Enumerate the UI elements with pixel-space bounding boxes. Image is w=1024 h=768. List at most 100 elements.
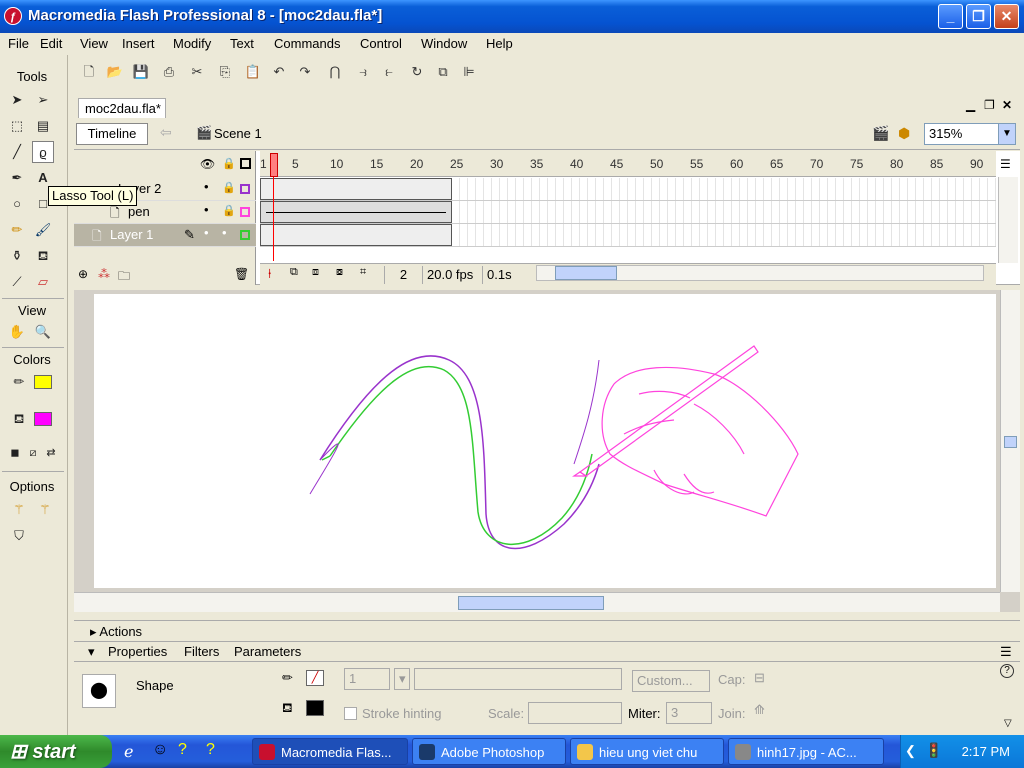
- layer-row-layer1[interactable]: 🗋 Layer 1 ✎ • •: [74, 224, 256, 247]
- frames-layer1[interactable]: [260, 224, 996, 247]
- edit-multiple-icon[interactable]: ⧇: [336, 266, 343, 279]
- stage-canvas[interactable]: [94, 294, 996, 588]
- task-photoshop[interactable]: Adobe Photoshop: [412, 738, 566, 765]
- frame-ruler[interactable]: 1 5 10 15 20 25 30 35 40 45 50 55 60 65 …: [260, 151, 996, 177]
- menu-control[interactable]: Control: [360, 36, 402, 51]
- lock-icon[interactable]: 🔒: [222, 181, 236, 194]
- tab-filters[interactable]: Filters: [184, 644, 219, 659]
- menu-insert[interactable]: Insert: [122, 36, 155, 51]
- lock-dot[interactable]: •: [222, 225, 227, 240]
- straighten-icon[interactable]: ⥼: [380, 63, 398, 81]
- messenger-icon[interactable]: ☺: [152, 741, 168, 759]
- stage-vscroll[interactable]: [1000, 290, 1020, 592]
- center-frame-icon[interactable]: ⍿: [268, 266, 271, 282]
- cap-icon[interactable]: ⊟: [754, 670, 765, 686]
- free-transform-icon[interactable]: ⬚: [6, 115, 28, 137]
- back-arrow-icon[interactable]: ⇦: [160, 124, 172, 141]
- start-button[interactable]: ⊞ start: [0, 735, 112, 768]
- menu-commands[interactable]: Commands: [274, 36, 340, 51]
- paint-bucket-icon[interactable]: ⛾: [32, 245, 54, 267]
- hand-tool-icon[interactable]: ✋: [6, 321, 28, 343]
- menu-help[interactable]: Help: [486, 36, 513, 51]
- help-icon[interactable]: ?: [1000, 664, 1014, 678]
- lock-icon[interactable]: 🔒: [222, 204, 236, 217]
- ie-icon[interactable]: ℯ: [124, 742, 133, 762]
- insert-layer-icon[interactable]: ⊕: [78, 267, 88, 281]
- delete-layer-icon[interactable]: 🗑: [234, 267, 249, 281]
- frames-pen[interactable]: [260, 201, 996, 224]
- menu-modify[interactable]: Modify: [173, 36, 211, 51]
- outline-color-icon[interactable]: [240, 184, 250, 194]
- brush-tool-icon[interactable]: 🖌: [32, 219, 54, 241]
- help-quicklaunch-icon[interactable]: ?: [178, 741, 187, 759]
- gradient-transform-icon[interactable]: ▤: [32, 115, 54, 137]
- eyedropper-icon[interactable]: ⟋: [6, 271, 28, 293]
- eye-icon[interactable]: 👁: [200, 157, 215, 171]
- visible-dot[interactable]: •: [204, 225, 209, 240]
- menu-window[interactable]: Window: [421, 36, 467, 51]
- print-icon[interactable]: ⎙: [160, 63, 178, 81]
- outline-icon[interactable]: [240, 158, 251, 169]
- line-tool-icon[interactable]: ╱: [6, 141, 28, 163]
- visible-dot[interactable]: •: [204, 202, 209, 217]
- onion-markers-icon[interactable]: ⌗: [360, 266, 366, 279]
- rotate-icon[interactable]: ↻: [408, 63, 426, 81]
- oval-tool-icon[interactable]: ○: [6, 193, 28, 215]
- timeline-vscroll[interactable]: [998, 177, 1018, 263]
- outline-color-icon[interactable]: [240, 207, 250, 217]
- save-icon[interactable]: 💾: [132, 63, 150, 81]
- smooth-icon[interactable]: ⥽: [354, 63, 372, 81]
- stroke-color-box[interactable]: ╱: [306, 670, 324, 686]
- stroke-color-swatch[interactable]: [34, 375, 52, 389]
- menu-file[interactable]: File: [8, 36, 29, 51]
- timeline-button[interactable]: Timeline: [76, 123, 148, 145]
- new-file-icon[interactable]: 🗋: [80, 63, 98, 81]
- menu-text[interactable]: Text: [230, 36, 254, 51]
- visible-dot[interactable]: •: [204, 179, 209, 194]
- ink-bottle-icon[interactable]: ⚱: [6, 245, 28, 267]
- task-flash[interactable]: Macromedia Flas...: [252, 738, 408, 765]
- timeline-menu-icon[interactable]: ☰: [1000, 157, 1011, 171]
- stroke-hinting-checkbox[interactable]: [344, 707, 357, 720]
- doc-close-icon[interactable]: ✕: [1002, 98, 1012, 112]
- stroke-style-select[interactable]: [414, 668, 622, 690]
- miter-field[interactable]: 3: [666, 702, 712, 724]
- pen-tool-icon[interactable]: ✒: [6, 167, 28, 189]
- snap-magnet-icon[interactable]: ⋂: [326, 63, 344, 81]
- arrow-icon[interactable]: ➤: [6, 89, 28, 111]
- zoom-select[interactable]: 315% ▼: [924, 123, 1016, 145]
- magic-wand-icon[interactable]: ⚚: [8, 499, 30, 521]
- maximize-button[interactable]: ❐: [966, 4, 991, 29]
- actions-panel-header[interactable]: ▸ Actions: [74, 620, 1020, 640]
- timeline-hscroll[interactable]: [536, 265, 984, 281]
- fill-color-swatch[interactable]: [34, 412, 52, 426]
- join-icon[interactable]: ⟰: [754, 702, 765, 718]
- redo-icon[interactable]: ↷: [296, 63, 314, 81]
- polygon-mode-icon[interactable]: ⛉: [8, 525, 30, 547]
- scale-icon[interactable]: ⧉: [434, 63, 452, 81]
- edit-scene-icon[interactable]: 🎬: [872, 125, 889, 142]
- outline-color-icon[interactable]: [240, 230, 250, 240]
- frame-rate[interactable]: 20.0 fps: [422, 266, 477, 284]
- tab-properties[interactable]: Properties: [108, 644, 167, 659]
- doc-minimize-icon[interactable]: ▁: [966, 98, 975, 112]
- scroll-thumb[interactable]: [458, 596, 604, 610]
- zoom-tool-icon[interactable]: 🔍: [32, 321, 54, 343]
- menu-edit[interactable]: Edit: [40, 36, 62, 51]
- minimize-button[interactable]: _: [938, 4, 963, 29]
- close-button[interactable]: ✕: [994, 4, 1019, 29]
- align-icon[interactable]: ⊫: [460, 63, 478, 81]
- cut-icon[interactable]: ✂: [188, 63, 206, 81]
- chevron-down-icon[interactable]: ▼: [998, 124, 1015, 144]
- stage-hscroll[interactable]: [74, 592, 1000, 612]
- panel-menu-icon[interactable]: ☰: [1000, 644, 1012, 660]
- tray-expand-icon[interactable]: ❮: [905, 743, 916, 759]
- onion-outline-icon[interactable]: ⧈: [312, 266, 319, 279]
- scale-select[interactable]: [528, 702, 622, 724]
- onion-skin-icon[interactable]: ⧉: [290, 266, 298, 279]
- edit-symbol-icon[interactable]: ⬢: [898, 125, 910, 142]
- scroll-thumb[interactable]: [1004, 436, 1017, 448]
- magic-wand-settings-icon[interactable]: ⚚: [34, 499, 56, 521]
- swap-colors-icon[interactable]: ⇄: [40, 442, 62, 464]
- stroke-width-field[interactable]: 1: [344, 668, 390, 690]
